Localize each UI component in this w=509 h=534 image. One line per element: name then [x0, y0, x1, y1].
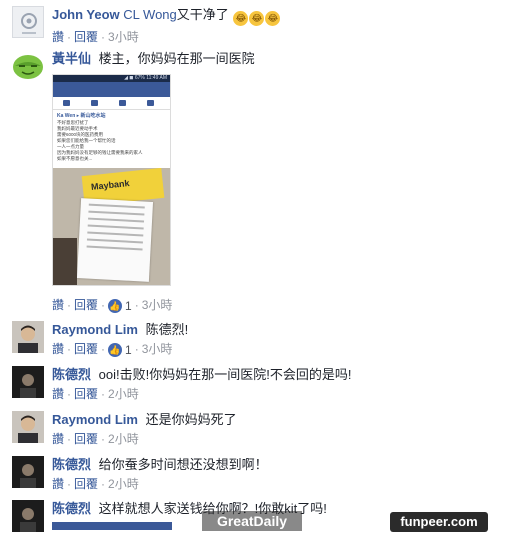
like-link[interactable]: 讚: [52, 432, 64, 446]
reply-link[interactable]: 回覆: [74, 342, 98, 356]
like-link[interactable]: 讚: [52, 342, 64, 356]
comment-time[interactable]: 3小時: [108, 30, 139, 44]
comment: 陈德烈 给你蚕多时间想还没想到啊！ 讚 · 回覆 · 2小時: [12, 456, 502, 496]
receipt-paper: [76, 198, 154, 282]
green-face-icon: [13, 55, 43, 79]
thumbs-up-icon: 👍: [108, 299, 123, 313]
like-link[interactable]: 讚: [52, 387, 64, 401]
person-photo-icon: [12, 366, 44, 398]
comment-author[interactable]: Raymond Lim: [52, 322, 138, 337]
person-photo-icon: [12, 321, 44, 353]
like-link[interactable]: 讚: [52, 477, 64, 491]
avatar[interactable]: [12, 411, 44, 443]
avatar[interactable]: [12, 456, 44, 488]
person-photo-icon: [12, 500, 44, 532]
comment-time[interactable]: 2小時: [108, 477, 139, 491]
comment-time[interactable]: 3小時: [142, 342, 173, 356]
phone-nav: [53, 97, 170, 110]
comment-time[interactable]: 3小時: [142, 298, 173, 312]
comment-time[interactable]: 2小時: [108, 432, 139, 446]
attached-photo[interactable]: ◢ ◼ 67% 11:49 AM Ka Wen ▸ 新山吃水站 不好意思打扰了 …: [52, 74, 171, 286]
laughing-emoji-icon: 😂: [249, 11, 265, 26]
phone-status-bar: ◢ ◼ 67% 11:49 AM: [53, 75, 170, 82]
comment-author[interactable]: Raymond Lim: [52, 412, 138, 427]
gear-icon: [21, 13, 37, 34]
avatar[interactable]: [12, 50, 44, 82]
like-link[interactable]: 讚: [52, 298, 64, 312]
like-link[interactable]: 讚: [52, 30, 64, 44]
attached-photo[interactable]: [52, 522, 172, 530]
receipt-photo: Maybank: [53, 168, 170, 285]
comment-author[interactable]: 陈德烈: [52, 501, 91, 516]
avatar[interactable]: [12, 500, 44, 532]
comment-author[interactable]: John Yeow: [52, 7, 120, 22]
comment-text: 还是你妈妈死了: [145, 412, 237, 427]
avatar[interactable]: [12, 321, 44, 353]
comment-text: ooi!击败!你妈妈在那一间医院!不会回的是吗!: [98, 367, 352, 382]
reply-link[interactable]: 回覆: [74, 432, 98, 446]
reply-link[interactable]: 回覆: [74, 298, 98, 312]
laughing-emoji-icon: 😂: [265, 11, 281, 26]
comment-text: 陈德烈!: [145, 322, 189, 337]
watermark-funpeer: funpeer.com: [390, 512, 488, 532]
like-count-badge[interactable]: 👍 1: [108, 298, 132, 315]
reply-link[interactable]: 回覆: [74, 30, 98, 44]
person-photo-icon: [12, 411, 44, 443]
watermark-greatdaily: GreatDaily: [202, 511, 302, 531]
comment-text: 楼主，你妈妈在那一间医院: [98, 51, 255, 66]
thumbs-up-icon: 👍: [108, 343, 123, 357]
post-author: Ka Wen ▸ 新山吃水站: [57, 113, 106, 119]
laughing-emoji-icon: 😂: [233, 11, 249, 26]
reply-link[interactable]: 回覆: [74, 477, 98, 491]
comment: John Yeow CL Wong又干净了 😂 😂 😂 讚 · 回覆 · 3小時: [12, 6, 502, 46]
comment-author[interactable]: 陈德烈: [52, 457, 91, 472]
avatar[interactable]: [12, 6, 44, 38]
comment-text: 又干净了: [176, 7, 229, 22]
comment-time[interactable]: 2小時: [108, 387, 139, 401]
like-count-badge[interactable]: 👍 1: [108, 342, 132, 359]
comment-text: 给你蚕多时间想还没想到啊！: [98, 457, 268, 472]
phone-post: Ka Wen ▸ 新山吃水站 不好意思打扰了 我妈妈最近要动手术 需要6000块…: [53, 110, 170, 168]
comment: 黃半仙 楼主，你妈妈在那一间医院 ◢ ◼ 67% 11:49 AM Ka Wen…: [12, 50, 502, 315]
mention-link[interactable]: CL Wong: [123, 7, 176, 22]
reply-link[interactable]: 回覆: [74, 387, 98, 401]
avatar[interactable]: [12, 366, 44, 398]
comment: Raymond Lim 还是你妈妈死了 讚 · 回覆 · 2小時: [12, 411, 502, 451]
person-photo-icon: [12, 456, 44, 488]
comment: Raymond Lim 陈德烈! 讚 · 回覆 · 👍 1 · 3小時: [12, 321, 502, 361]
comment: 陈德烈 ooi!击败!你妈妈在那一间医院!不会回的是吗! 讚 · 回覆 · 2小時: [12, 366, 502, 406]
comment-author[interactable]: 陈德烈: [52, 367, 91, 382]
phone-app-bar: [53, 82, 170, 97]
comment-author[interactable]: 黃半仙: [52, 51, 91, 66]
